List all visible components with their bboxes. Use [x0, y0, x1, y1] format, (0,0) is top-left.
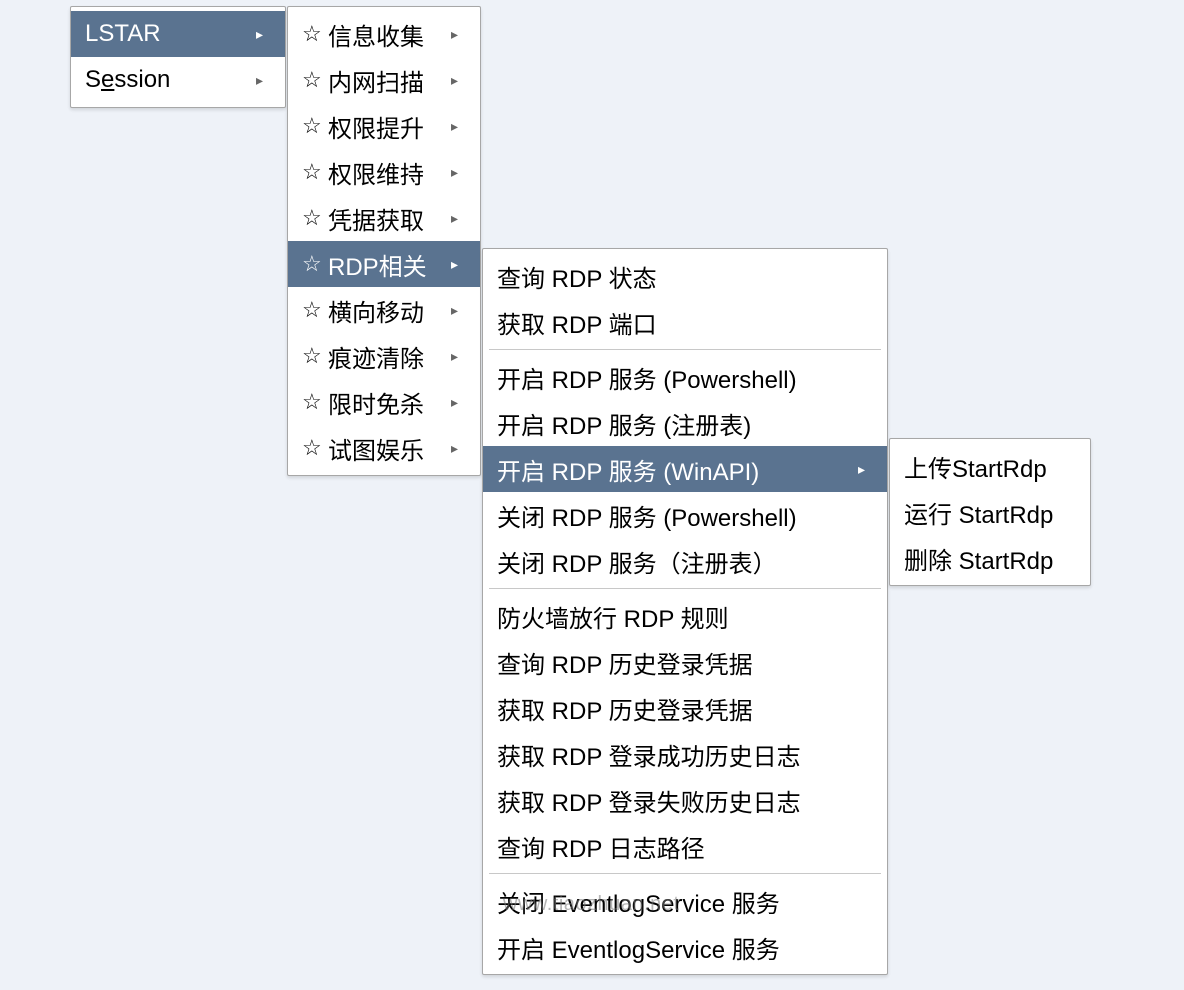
submenu-arrow-icon: ▸ — [451, 118, 458, 135]
menu-item[interactable]: ☆内网扫描 ▸ — [288, 57, 480, 103]
star-icon: ☆ — [302, 299, 328, 321]
submenu-arrow-icon: ▸ — [451, 394, 458, 411]
submenu-arrow-icon: ▸ — [451, 210, 458, 227]
menu-item[interactable]: ☆试图娱乐 ▸ — [288, 425, 480, 471]
menu-item-label: 上传StartRdp — [904, 449, 1068, 484]
star-icon: ☆ — [302, 115, 328, 137]
submenu-arrow-icon: ▸ — [451, 72, 458, 89]
menu-item[interactable]: ☆权限维持 ▸ — [288, 149, 480, 195]
menu-item[interactable]: 防火墙放行 RDP 规则 — [483, 593, 887, 639]
star-icon: ☆ — [302, 437, 328, 459]
menu-item[interactable]: 删除 StartRdp — [890, 535, 1090, 581]
menu-item[interactable]: 关闭 EventlogService 服务 — [483, 878, 887, 924]
menu-item[interactable]: 查询 RDP 状态 — [483, 253, 887, 299]
submenu-arrow-icon: ▸ — [451, 302, 458, 319]
submenu-arrow-icon: ▸ — [256, 26, 263, 43]
menu-item-label: 查询 RDP 状态 — [497, 259, 865, 294]
star-icon: ☆ — [302, 23, 328, 45]
menu-item-label: 权限维持 — [328, 155, 437, 190]
menu-separator — [489, 349, 881, 350]
menu-item[interactable]: ☆限时免杀 ▸ — [288, 379, 480, 425]
menu-item[interactable]: 运行 StartRdp — [890, 489, 1090, 535]
menu-item-label: 试图娱乐 — [328, 431, 437, 466]
menu-item-label: 获取 RDP 历史登录凭据 — [497, 691, 865, 726]
submenu-arrow-icon: ▸ — [451, 256, 458, 273]
menu-item[interactable]: 开启 EventlogService 服务 — [483, 924, 887, 970]
menu-item-label: 开启 RDP 服务 (注册表) — [497, 406, 865, 441]
menu-item-label: 关闭 RDP 服务 (Powershell) — [497, 498, 865, 533]
menu-item-label: 获取 RDP 端口 — [497, 305, 865, 340]
menu-item[interactable]: 开启 RDP 服务 (WinAPI) ▸ — [483, 446, 887, 492]
menu-item-label: 横向移动 — [328, 293, 437, 328]
menu-item[interactable]: 上传StartRdp — [890, 443, 1090, 489]
menu-item-label: 查询 RDP 日志路径 — [497, 829, 865, 864]
star-icon: ☆ — [302, 391, 328, 413]
menu-item-label: 痕迹清除 — [328, 339, 437, 374]
menu-item[interactable]: ☆信息收集 ▸ — [288, 11, 480, 57]
menu-item[interactable]: LSTAR ▸ — [71, 11, 285, 57]
menu-item-label: 删除 StartRdp — [904, 541, 1068, 576]
star-icon: ☆ — [302, 69, 328, 91]
menu-item[interactable]: 获取 RDP 登录失败历史日志 — [483, 777, 887, 823]
menu-item[interactable]: 获取 RDP 登录成功历史日志 — [483, 731, 887, 777]
menu-item[interactable]: ☆痕迹清除 ▸ — [288, 333, 480, 379]
menu-separator — [489, 588, 881, 589]
submenu-arrow-icon: ▸ — [451, 26, 458, 43]
menu-item[interactable]: 查询 RDP 历史登录凭据 — [483, 639, 887, 685]
submenu-arrow-icon: ▸ — [858, 461, 865, 478]
menu-item[interactable]: 关闭 RDP 服务（注册表） — [483, 538, 887, 584]
menu-item[interactable]: 开启 RDP 服务 (注册表) — [483, 400, 887, 446]
submenu-arrow-icon: ▸ — [451, 440, 458, 457]
menu-item-label: 关闭 RDP 服务（注册表） — [497, 544, 865, 579]
menu-item[interactable]: 关闭 RDP 服务 (Powershell) — [483, 492, 887, 538]
menu-item-label: 信息收集 — [328, 17, 437, 52]
menu-item[interactable]: ☆RDP相关 ▸ — [288, 241, 480, 287]
submenu-arrow-icon: ▸ — [451, 164, 458, 181]
star-icon: ☆ — [302, 207, 328, 229]
star-icon: ☆ — [302, 253, 328, 275]
menu-item[interactable]: 查询 RDP 日志路径 — [483, 823, 887, 869]
star-icon: ☆ — [302, 345, 328, 367]
menu-item-label: 权限提升 — [328, 109, 437, 144]
submenu-arrow-icon: ▸ — [451, 348, 458, 365]
context-menu-rdp: 查询 RDP 状态获取 RDP 端口开启 RDP 服务 (Powershell)… — [482, 248, 888, 975]
menu-item[interactable]: 获取 RDP 历史登录凭据 — [483, 685, 887, 731]
menu-item-label: 开启 RDP 服务 (WinAPI) — [497, 452, 844, 487]
menu-item-label: 限时免杀 — [328, 385, 437, 420]
context-menu-root: LSTAR ▸ Session ▸ — [70, 6, 286, 108]
submenu-arrow-icon: ▸ — [256, 72, 263, 89]
menu-item-label: 内网扫描 — [328, 63, 437, 98]
menu-item-label: 凭据获取 — [328, 201, 437, 236]
menu-item-label: 查询 RDP 历史登录凭据 — [497, 645, 865, 680]
menu-item[interactable]: ☆凭据获取 ▸ — [288, 195, 480, 241]
menu-item[interactable]: ☆横向移动 ▸ — [288, 287, 480, 333]
menu-item-label: 开启 EventlogService 服务 — [497, 930, 865, 965]
menu-item-label: 运行 StartRdp — [904, 495, 1068, 530]
star-icon: ☆ — [302, 161, 328, 183]
menu-item-label: Session — [85, 66, 242, 94]
menu-item[interactable]: ☆权限提升 ▸ — [288, 103, 480, 149]
menu-item-label: 获取 RDP 登录失败历史日志 — [497, 783, 865, 818]
menu-item-label: RDP相关 — [328, 247, 437, 282]
context-menu-winapi: 上传StartRdp 运行 StartRdp 删除 StartRdp — [889, 438, 1091, 586]
menu-item-label: 防火墙放行 RDP 规则 — [497, 599, 865, 634]
menu-item-label: LSTAR — [85, 20, 242, 48]
menu-item-label: 开启 RDP 服务 (Powershell) — [497, 360, 865, 395]
context-menu-lstar: ☆信息收集▸☆内网扫描▸☆权限提升▸☆权限维持▸☆凭据获取▸☆RDP相关▸☆横向… — [287, 6, 481, 476]
menu-item[interactable]: 开启 RDP 服务 (Powershell) — [483, 354, 887, 400]
menu-item-label: 获取 RDP 登录成功历史日志 — [497, 737, 865, 772]
menu-item-label: 关闭 EventlogService 服务 — [497, 884, 865, 919]
menu-item[interactable]: Session ▸ — [71, 57, 285, 103]
menu-item[interactable]: 获取 RDP 端口 — [483, 299, 887, 345]
menu-separator — [489, 873, 881, 874]
